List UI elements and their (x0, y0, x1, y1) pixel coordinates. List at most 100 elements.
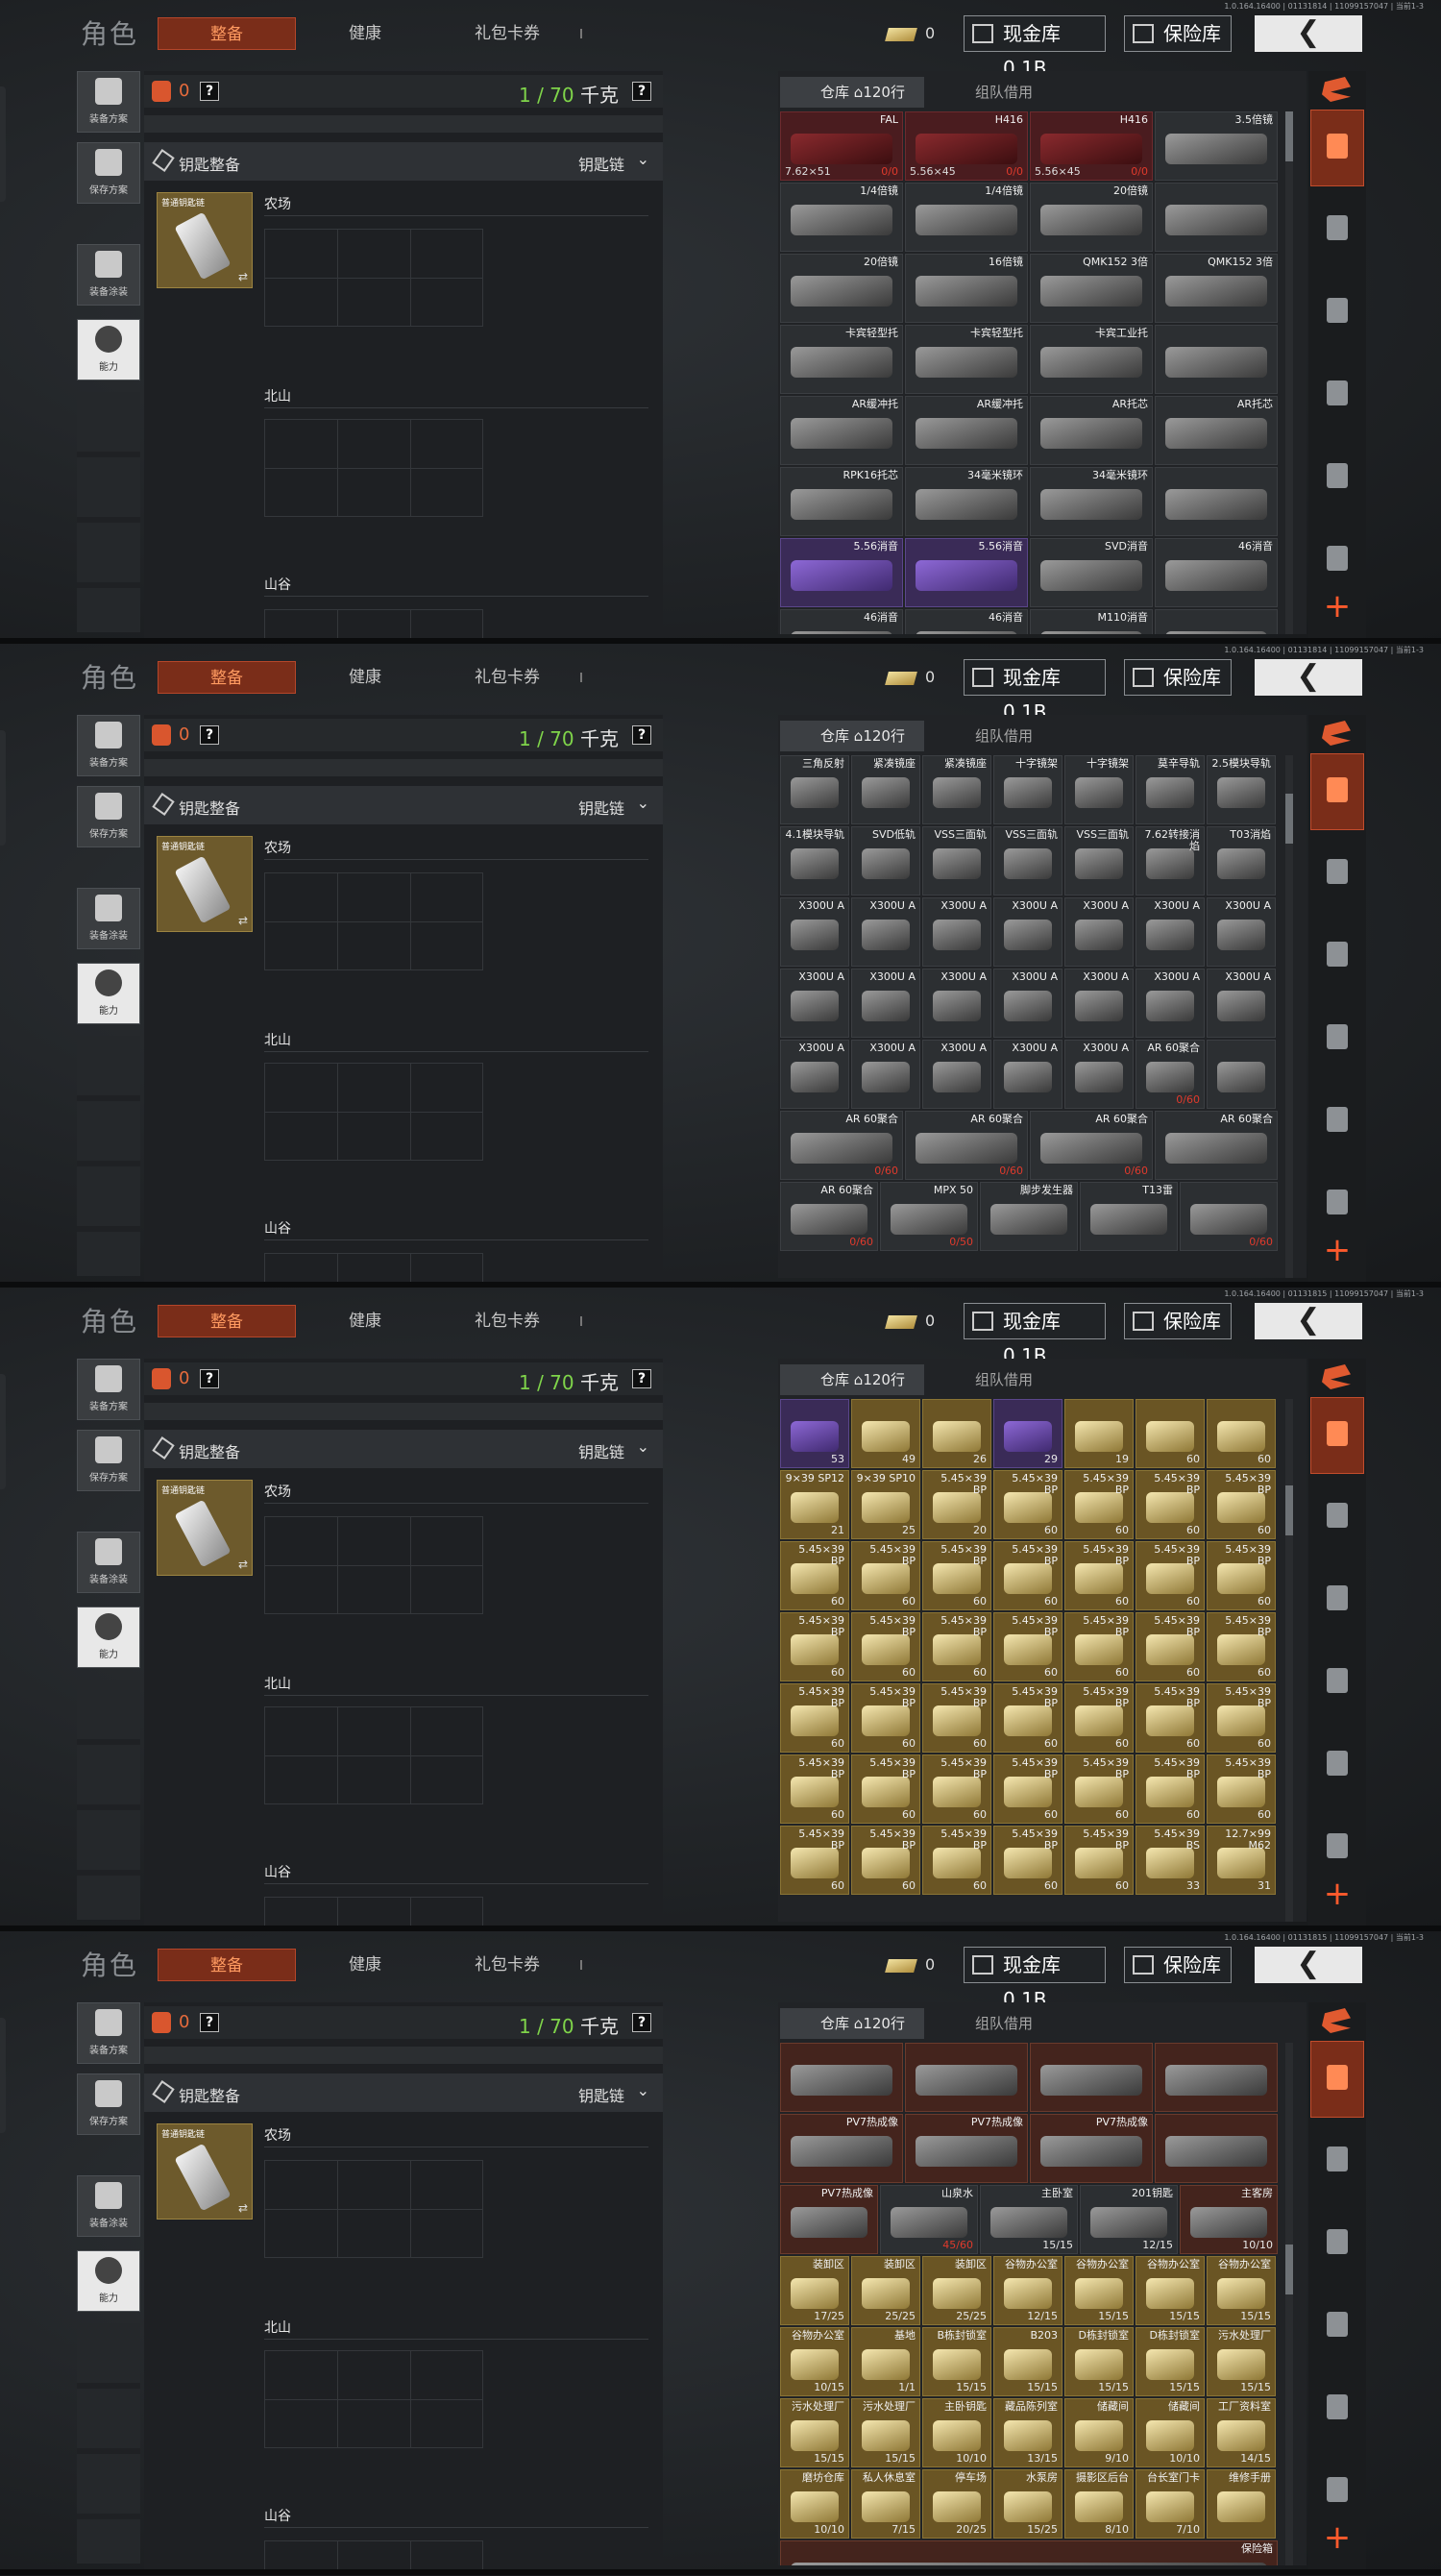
storage-item[interactable]: 19 (1064, 1399, 1134, 1468)
storage-item[interactable]: X300U A (780, 969, 849, 1038)
key-slot-grid[interactable] (264, 2540, 483, 2575)
storage-item[interactable]: 5.45×39 BP 60 (993, 1612, 1062, 1681)
storage-item[interactable]: 49 (851, 1399, 920, 1468)
key-slot-grid[interactable] (264, 1063, 483, 1161)
filter-gun-button[interactable] (1310, 919, 1364, 995)
storage-item[interactable]: 5.45×39 BP 60 (1207, 1541, 1276, 1610)
key-slot-grid[interactable] (264, 229, 483, 327)
storage-item[interactable]: 十字镜架 (1064, 755, 1134, 824)
storage-item[interactable]: X300U A (993, 897, 1062, 967)
tab-storage[interactable]: 仓库 ⌂120行 (780, 77, 924, 108)
equipment-plan-button[interactable]: 装备方案 (77, 71, 140, 133)
storage-item[interactable]: 5.45×39 BP 60 (1136, 1612, 1205, 1681)
storage-item[interactable] (1155, 467, 1278, 536)
storage-item[interactable]: 水泵房 15/25 (993, 2469, 1062, 2539)
key-section-header[interactable]: 钥匙整备 钥匙链 ⌄ (144, 786, 663, 824)
storage-item[interactable]: 26 (922, 1399, 991, 1468)
help-icon[interactable]: ? (200, 725, 219, 745)
storage-item[interactable]: AR 60聚合 0/60 (1030, 1111, 1153, 1180)
storage-item[interactable]: 46消音 (905, 609, 1028, 634)
storage-item[interactable]: PV7热成像 (1030, 2114, 1153, 2183)
storage-item[interactable]: 山泉水 45/60 (880, 2185, 978, 2254)
equipment-plan-button[interactable]: 装备方案 (77, 2002, 140, 2064)
left-edge-handle[interactable] (0, 2018, 6, 2133)
storage-item[interactable]: 1/4倍镜 (780, 183, 903, 252)
storage-item[interactable]: VSS三面轨 (1064, 826, 1134, 895)
equipment-plan-button[interactable]: 装备方案 (77, 715, 140, 776)
storage-item[interactable]: 16倍镜 (905, 254, 1028, 323)
storage-item[interactable]: 5.45×39 BP 60 (1207, 1612, 1276, 1681)
keychain-item[interactable]: 普通钥匙链 ⇄ (157, 836, 253, 932)
tab-storage[interactable]: 仓库 ⌂120行 (780, 2008, 924, 2039)
storage-item[interactable]: X300U A (1064, 1040, 1134, 1109)
keychain-item[interactable]: 普通钥匙链 ⇄ (157, 2123, 253, 2220)
filter-all-button[interactable] (1310, 1397, 1364, 1474)
storage-item[interactable] (1207, 1040, 1276, 1109)
storage-item[interactable]: X300U A (1064, 969, 1134, 1038)
storage-item[interactable]: 46消音 (780, 609, 903, 634)
storage-item[interactable]: 5.45×39 BP 60 (780, 1683, 849, 1753)
add-button[interactable]: + (1310, 1877, 1364, 1914)
storage-item[interactable]: FAL 7.62×51 0/0 (780, 111, 903, 181)
back-button[interactable]: ❮ (1255, 659, 1362, 696)
storage-item[interactable]: 34毫米镜环 (905, 467, 1028, 536)
key-slot-grid[interactable] (264, 1897, 483, 1931)
storage-item[interactable]: AR 60聚合 0/60 (780, 1111, 903, 1180)
storage-item[interactable]: AR 60聚合 0/60 (905, 1111, 1028, 1180)
storage-item[interactable]: T03消焰 (1207, 826, 1276, 895)
help-icon[interactable]: ? (200, 2013, 219, 2032)
equipment-paint-button[interactable]: 装备涂装 (77, 244, 140, 306)
storage-item[interactable]: QMK152 3倍 (1030, 254, 1153, 323)
cash-vault-button[interactable]: 现金库 0.1B (964, 1303, 1106, 1367)
storage-item[interactable]: SVD低轨 (851, 826, 920, 895)
storage-item[interactable]: 5.45×39 BP 60 (1064, 1470, 1134, 1539)
storage-item[interactable]: 5.45×39 BP 60 (851, 1612, 920, 1681)
storage-item[interactable]: 5.45×39 BP 60 (1136, 1683, 1205, 1753)
storage-item[interactable]: AR 60聚合 0/60 (1136, 1040, 1205, 1109)
storage-item[interactable]: 29 (993, 1399, 1062, 1468)
storage-item[interactable]: 磨坊仓库 10/10 (780, 2469, 849, 2539)
storage-item[interactable]: X300U A (1136, 969, 1205, 1038)
storage-item[interactable]: 工厂资料室 14/15 (1207, 2398, 1276, 2467)
storage-item[interactable]: D栋封锁室 15/15 (1064, 2327, 1134, 2396)
tab-gift-cards[interactable]: 礼包卡券 (459, 17, 582, 50)
storage-item[interactable]: 5.45×39 BP 60 (1136, 1541, 1205, 1610)
storage-item[interactable]: 主卧钥匙 10/10 (922, 2398, 991, 2467)
tab-health[interactable]: 健康 (336, 661, 394, 694)
help-icon[interactable]: ? (200, 1369, 219, 1388)
storage-item[interactable]: 主客房 10/10 (1180, 2185, 1278, 2254)
storage-item[interactable]: B栋封锁室 15/15 (922, 2327, 991, 2396)
chevron-down-icon[interactable]: ⌄ (637, 150, 649, 168)
storage-item[interactable]: 5.45×39 BP 60 (1064, 1612, 1134, 1681)
storage-item[interactable]: 5.45×39 BP 60 (780, 1541, 849, 1610)
storage-item[interactable]: 5.45×39 BP 60 (922, 1826, 991, 1895)
storage-item[interactable]: M110消音 (1030, 609, 1153, 634)
key-section-header[interactable]: 钥匙整备 钥匙链 ⌄ (144, 142, 663, 181)
storage-item[interactable]: 5.45×39 BP 60 (922, 1541, 991, 1610)
storage-item[interactable]: 谷物办公室 15/15 (1064, 2256, 1134, 2325)
storage-item[interactable]: 5.56消音 (905, 538, 1028, 607)
storage-item[interactable]: 5.45×39 BP 60 (993, 1683, 1062, 1753)
storage-item[interactable]: 储藏间 10/10 (1136, 2398, 1205, 2467)
storage-scrollbar[interactable] (1285, 755, 1293, 1278)
storage-item[interactable]: 2.5模块导轨 (1207, 755, 1276, 824)
storage-item[interactable]: X300U A (851, 1040, 920, 1109)
storage-item[interactable]: MPX 50 0/50 (880, 1182, 978, 1251)
storage-item[interactable]: X300U A (922, 897, 991, 967)
storage-item[interactable]: 5.45×39 BP 60 (993, 1754, 1062, 1824)
storage-item[interactable]: 停车场 20/25 (922, 2469, 991, 2539)
tab-gift-cards[interactable]: 礼包卡券 (459, 1949, 582, 1981)
storage-item[interactable]: X300U A (922, 969, 991, 1038)
storage-item[interactable]: 5.45×39 BP 60 (780, 1612, 849, 1681)
storage-item[interactable]: 5.45×39 BP 60 (993, 1470, 1062, 1539)
filter-gun-button[interactable] (1310, 275, 1364, 352)
left-edge-handle[interactable] (0, 730, 6, 846)
storage-item[interactable]: 5.45×39 BP 60 (993, 1541, 1062, 1610)
filter-all-button[interactable] (1310, 2041, 1364, 2118)
storage-item[interactable]: X300U A (1064, 897, 1134, 967)
storage-item[interactable]: 紧凑镜座 (922, 755, 991, 824)
tab-gift-cards[interactable]: 礼包卡券 (459, 661, 582, 694)
storage-item[interactable]: X300U A (780, 897, 849, 967)
storage-item[interactable]: X300U A (1207, 897, 1276, 967)
storage-item[interactable]: 污水处理厂 15/15 (780, 2398, 849, 2467)
